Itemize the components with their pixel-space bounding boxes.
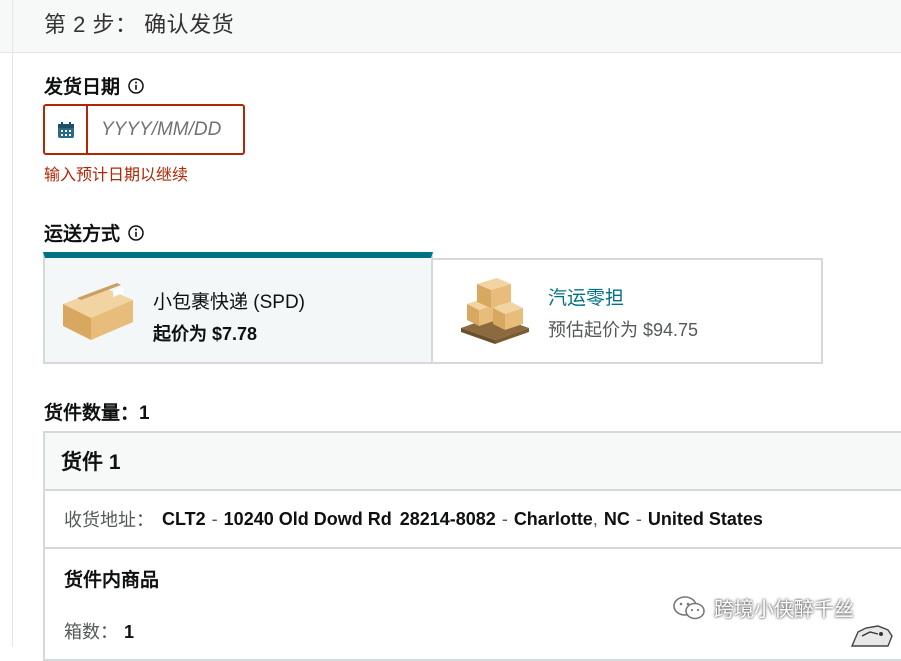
shipping-method-label: 运送方式 [44,224,121,245]
ship-to-address: 收货地址： CLT2 - 10240 Old Dowd Rd 28214-808… [45,491,901,549]
box-count-row: 箱数： 1 [64,618,134,644]
box-count-value: 1 [124,622,135,642]
separator: - [501,508,508,529]
watermark: 跨境小侠醉千丝 [672,593,854,622]
ship-date-input[interactable] [88,106,243,153]
pallet-boxes-icon [461,278,529,344]
ship-date-error: 输入预计日期以继续 [44,167,189,184]
mascot-icon [850,625,893,647]
info-circle-icon[interactable] [128,77,144,94]
shipping-option-name: 汽运零担 [548,288,625,309]
separator: , [592,508,598,529]
shipping-option-name: 小包裹快递 (SPD) [153,292,306,313]
wechat-icon [673,595,705,619]
separator: - [211,508,218,529]
shipping-option-spd[interactable]: 小包裹快递 (SPD) 起价为 $7.78 [43,252,433,364]
ship-date-label-row: 发货日期 [44,72,144,99]
info-circle-icon[interactable] [128,224,144,241]
shipping-option-price: 起价为 $7.78 [153,324,258,344]
address-country: United States [647,508,763,529]
ship-date-label: 发货日期 [44,77,121,98]
shipping-method-label-row: 运送方式 [44,219,144,246]
watermark-text: 跨境小侠醉千丝 [714,599,854,621]
shipment-title: 货件 1 [45,433,901,491]
calendar-icon [57,121,74,138]
shipping-method-options: 小包裹快递 (SPD) 起价为 $7.78 汽运零担 预估起价为 $94.75 [43,252,823,364]
address-city: Charlotte [513,508,593,529]
shipment-panel: 货件 1 收货地址： CLT2 - 10240 Old Dowd Rd 2821… [43,431,901,661]
shipping-option-ltl[interactable]: 汽运零担 预估起价为 $94.75 [431,258,823,364]
single-box-icon [63,283,133,340]
shipment-quantity: 货件数量：1 [44,403,150,424]
address-zip: 28214-8082 [399,508,496,529]
address-state: NC [603,508,630,529]
left-divider [12,0,13,647]
step-title: 第 2 步： 确认发货 [44,12,235,37]
separator: - [635,508,642,529]
address-street: 10240 Old Dowd Rd [223,508,392,529]
address-label: 收货地址： [64,510,154,530]
ship-date-field[interactable] [43,104,245,155]
fulfillment-center-code: CLT2 [162,508,206,529]
shipment-items-title: 货件内商品 [64,570,160,591]
calendar-button[interactable] [45,106,88,153]
box-count-label: 箱数： [64,622,118,642]
shipping-option-price: 预估起价为 $94.75 [548,320,699,340]
